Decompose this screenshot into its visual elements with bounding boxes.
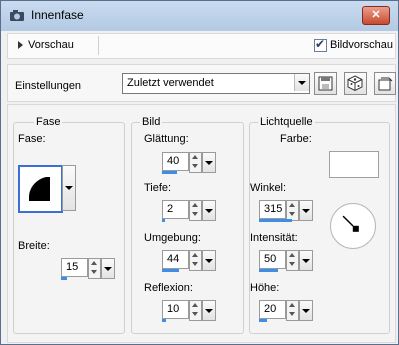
intensitaet-label: Intensität: <box>250 232 298 244</box>
intensitaet-spinner[interactable]: 50 <box>259 250 313 274</box>
reflexion-input[interactable]: 10 <box>162 300 189 319</box>
glaettung-slider-bar[interactable] <box>162 171 177 174</box>
umgebung-label: Umgebung: <box>144 232 201 244</box>
glaettung-input[interactable]: 40 <box>162 152 189 171</box>
light-color-swatch[interactable] <box>329 151 379 178</box>
hoehe-label: Höhe: <box>250 282 280 294</box>
chevron-down-icon[interactable] <box>202 250 216 271</box>
bild-group-title: Bild <box>140 116 163 128</box>
breite-input[interactable]: 15 <box>61 258 88 277</box>
close-icon: ✕ <box>371 9 381 21</box>
winkel-slider-bar[interactable] <box>259 219 292 222</box>
angle-dial[interactable] <box>330 203 376 249</box>
up-down-icon[interactable] <box>286 200 299 221</box>
winkel-spinner[interactable]: 315 <box>259 200 313 224</box>
fase-group: Fase Fase: Breite: 15 <box>13 116 125 334</box>
preview-checkbox-label: Bildvorschau <box>330 39 393 51</box>
up-down-icon[interactable] <box>286 250 299 271</box>
chevron-down-icon[interactable] <box>202 200 216 221</box>
chevron-down-icon[interactable] <box>202 152 216 173</box>
preset-value: Zuletzt verwendet <box>127 77 214 89</box>
randomize-icon <box>347 75 363 92</box>
hoehe-spinner[interactable]: 20 <box>259 300 313 324</box>
window-title: Innenfase <box>31 8 84 22</box>
up-down-icon[interactable] <box>189 250 202 271</box>
bild-group: Bild Glättung: 40 Tiefe: 2 Umgebung: 44 <box>131 116 244 334</box>
winkel-label: Winkel: <box>250 182 287 194</box>
breite-slider-bar[interactable] <box>61 277 67 280</box>
tiefe-slider-bar[interactable] <box>162 219 165 222</box>
fase-dropdown[interactable] <box>62 165 76 211</box>
main-panel: Fase Fase: Breite: 15 Bild Glättung: 40 … <box>7 104 396 343</box>
expand-arrow-icon <box>18 41 23 49</box>
preset-dropdown[interactable]: Zuletzt verwendet <box>122 73 310 94</box>
chevron-down-icon[interactable] <box>202 300 216 321</box>
save-preset-button[interactable] <box>314 72 337 95</box>
angle-needle-icon <box>342 215 359 232</box>
chevron-down-icon[interactable] <box>294 74 309 91</box>
chevron-down-icon <box>65 186 73 190</box>
breite-label: Breite: <box>18 240 50 252</box>
settings-bar: Einstellungen Zuletzt verwendet <box>7 64 396 102</box>
glaettung-label: Glättung: <box>144 133 189 145</box>
close-button[interactable]: ✕ <box>362 6 390 25</box>
winkel-input[interactable]: 315 <box>259 200 286 219</box>
umgebung-input[interactable]: 44 <box>162 250 189 269</box>
up-down-icon[interactable] <box>189 300 202 321</box>
tiefe-label: Tiefe: <box>144 182 172 194</box>
up-down-icon[interactable] <box>286 300 299 321</box>
chevron-down-icon[interactable] <box>299 250 313 271</box>
fase-group-title: Fase <box>34 116 63 128</box>
preview-checkbox[interactable]: ✔ <box>314 37 327 52</box>
intensitaet-slider-bar[interactable] <box>259 269 278 272</box>
intensitaet-input[interactable]: 50 <box>259 250 286 269</box>
title-bar[interactable]: Innenfase ✕ <box>1 1 398 31</box>
fase-label: Fase: <box>18 133 46 145</box>
up-down-icon[interactable] <box>189 200 202 221</box>
reflexion-slider-bar[interactable] <box>162 319 166 322</box>
preview-bar: Vorschau ✔ Bildvorschau <box>7 33 396 59</box>
reflexion-label: Reflexion: <box>144 282 193 294</box>
breite-spinner[interactable]: 15 <box>61 258 115 282</box>
up-down-icon[interactable] <box>189 152 202 173</box>
chevron-down-icon[interactable] <box>101 258 115 279</box>
bevel-shape-icon <box>29 177 50 201</box>
checkmark-icon: ✔ <box>315 37 326 51</box>
app-icon <box>10 10 24 21</box>
preview-toggle-label: Vorschau <box>28 39 74 51</box>
reset-button[interactable] <box>374 72 396 95</box>
umgebung-slider-bar[interactable] <box>162 269 179 272</box>
glaettung-spinner[interactable]: 40 <box>162 152 216 176</box>
lichtquelle-group: Lichtquelle Farbe: Winkel: 315 Intensitä… <box>249 116 390 334</box>
divider <box>98 36 99 55</box>
hoehe-slider-bar[interactable] <box>259 319 267 322</box>
settings-label: Einstellungen <box>15 80 82 92</box>
up-down-icon[interactable] <box>88 258 101 279</box>
lichtquelle-group-title: Lichtquelle <box>258 116 315 128</box>
hoehe-input[interactable]: 20 <box>259 300 286 319</box>
tiefe-input[interactable]: 2 <box>162 200 189 219</box>
chevron-down-icon[interactable] <box>299 300 313 321</box>
chevron-down-icon[interactable] <box>299 200 313 221</box>
reflexion-spinner[interactable]: 10 <box>162 300 216 324</box>
reset-icon <box>378 77 393 91</box>
randomize-button[interactable] <box>344 72 367 95</box>
farbe-label: Farbe: <box>280 133 312 145</box>
umgebung-spinner[interactable]: 44 <box>162 250 216 274</box>
tiefe-spinner[interactable]: 2 <box>162 200 216 224</box>
save-preset-icon <box>318 76 333 91</box>
bevel-dialog: Innenfase ✕ Vorschau ✔ Bildvorschau Eins… <box>0 0 399 345</box>
fase-shape-preview[interactable] <box>18 165 63 213</box>
